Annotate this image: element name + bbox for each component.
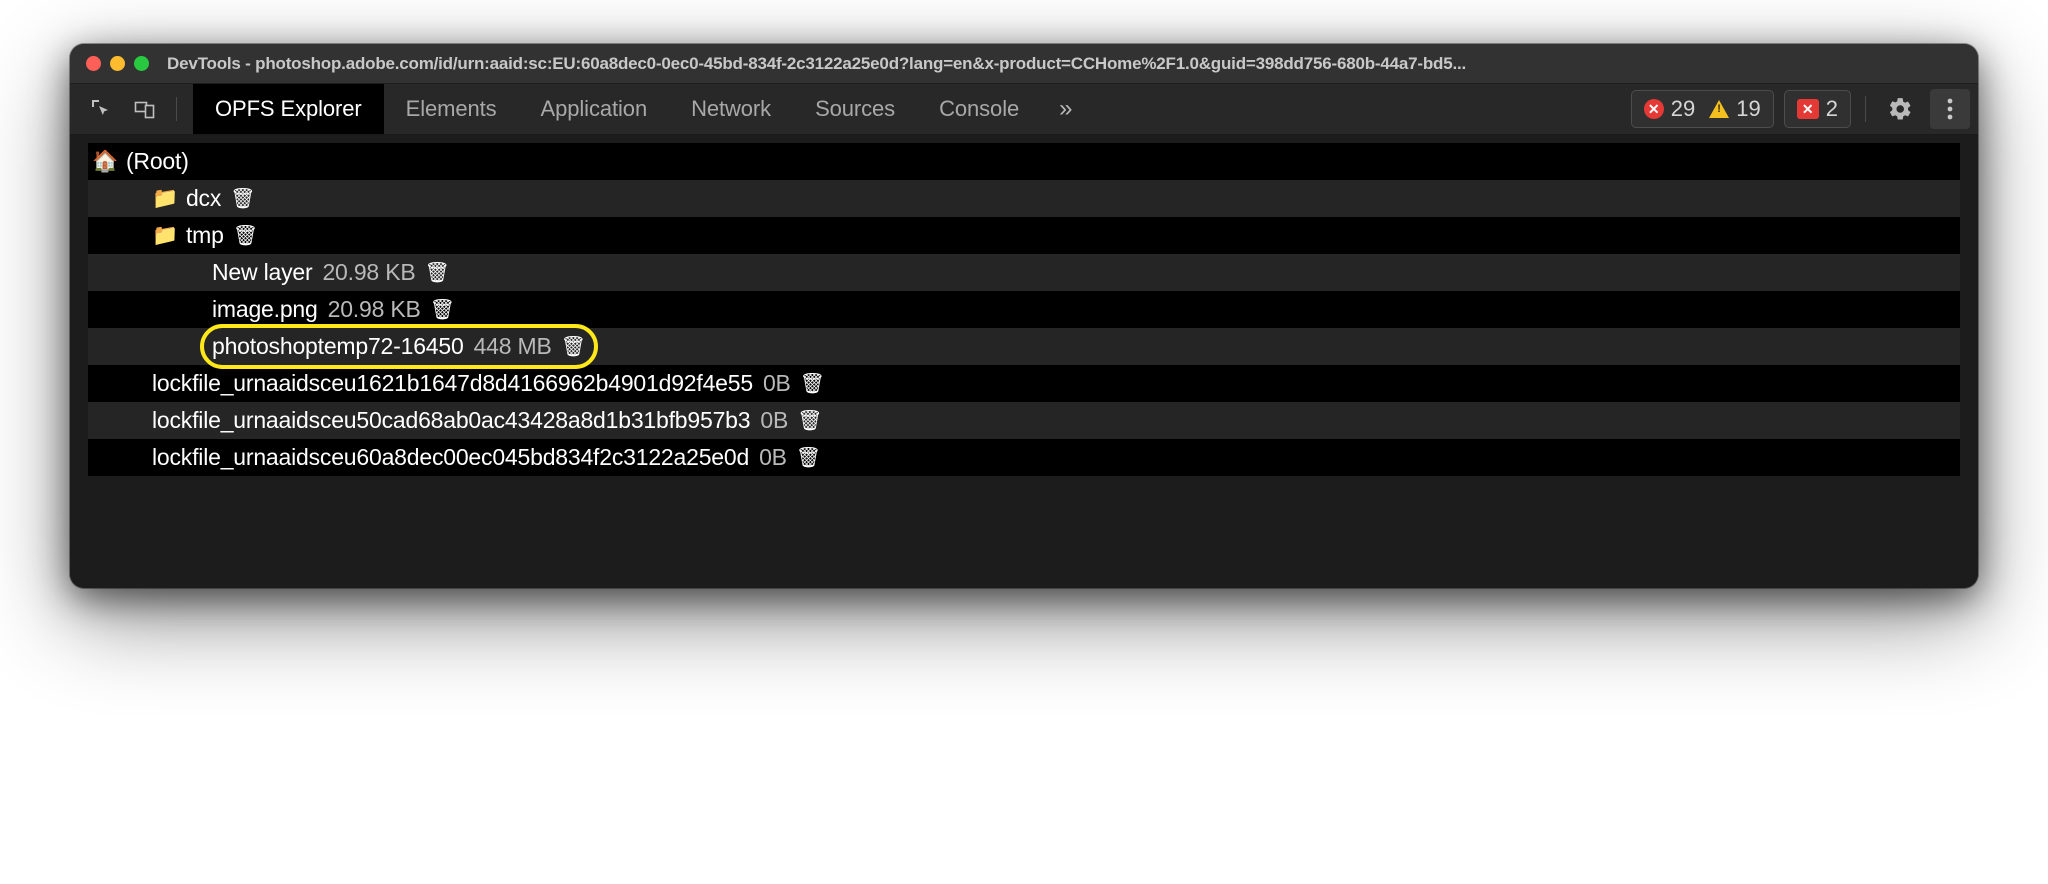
- inspect-element-icon[interactable]: [82, 90, 120, 128]
- tab-network[interactable]: Network: [669, 84, 793, 134]
- trash-icon[interactable]: 🗑: [561, 337, 586, 357]
- opfs-explorer-panel: 🏠(Root)📁dcx🗑📁tmp🗑New layer20.98 KB🗑image…: [70, 135, 1978, 588]
- window-title: DevTools - photoshop.adobe.com/id/urn:aa…: [167, 54, 1978, 74]
- table-row[interactable]: 📁 tmp 🗑: [88, 217, 1960, 254]
- tab-opfs-explorer[interactable]: OPFS Explorer: [193, 84, 384, 134]
- table-row[interactable]: 📁 dcx 🗑: [88, 180, 1960, 217]
- issues-badge[interactable]: ✕ 2: [1797, 96, 1838, 122]
- tab-application[interactable]: Application: [519, 84, 670, 134]
- home-icon: 🏠: [92, 151, 118, 172]
- file-size-label: 0B: [759, 444, 787, 471]
- file-name-label: photoshoptemp72-16450: [212, 333, 464, 360]
- tab-label: Console: [939, 96, 1019, 122]
- file-name-label: image.png: [212, 296, 318, 323]
- table-row[interactable]: photoshoptemp72-16450 448 MB 🗑: [88, 328, 1960, 365]
- minimize-window-button[interactable]: [110, 56, 125, 71]
- toolbar-divider: [176, 97, 177, 121]
- warning-triangle-icon: [1709, 100, 1729, 118]
- more-tabs-chevron-icon[interactable]: »: [1041, 84, 1090, 134]
- trash-icon[interactable]: 🗑: [430, 300, 455, 320]
- toolbar-left-icons: [70, 84, 193, 134]
- file-name-label: (Root): [126, 148, 189, 175]
- window-titlebar: DevTools - photoshop.adobe.com/id/urn:aa…: [70, 44, 1978, 84]
- issue-square-icon: ✕: [1797, 99, 1819, 119]
- file-size-label: 20.98 KB: [322, 259, 415, 286]
- tab-elements[interactable]: Elements: [384, 84, 519, 134]
- file-name-label: dcx: [186, 185, 221, 212]
- maximize-window-button[interactable]: [134, 56, 149, 71]
- tab-label: Network: [691, 96, 771, 122]
- table-row[interactable]: lockfile_urnaaidsceu1621b1647d8d4166962b…: [88, 365, 1960, 402]
- table-row[interactable]: image.png 20.98 KB 🗑: [88, 291, 1960, 328]
- close-window-button[interactable]: [86, 56, 101, 71]
- file-name-label: lockfile_urnaaidsceu50cad68ab0ac43428a8d…: [152, 407, 750, 434]
- folder-icon: 📁: [152, 225, 178, 246]
- trash-icon[interactable]: 🗑: [425, 263, 450, 283]
- error-circle-icon: ✕: [1644, 99, 1664, 119]
- devtools-window: DevTools - photoshop.adobe.com/id/urn:aa…: [70, 44, 1978, 588]
- file-name-label: New layer: [212, 259, 312, 286]
- screenshot-canvas: DevTools - photoshop.adobe.com/id/urn:aa…: [0, 0, 2048, 884]
- file-name-label: lockfile_urnaaidsceu1621b1647d8d4166962b…: [152, 370, 753, 397]
- table-row[interactable]: 🏠 (Root): [88, 143, 1960, 180]
- file-tree-list: 🏠(Root)📁dcx🗑📁tmp🗑New layer20.98 KB🗑image…: [88, 143, 1960, 476]
- trash-icon[interactable]: 🗑: [796, 448, 821, 468]
- device-toolbar-icon[interactable]: [126, 90, 164, 128]
- file-size-label: 20.98 KB: [328, 296, 421, 323]
- table-row[interactable]: lockfile_urnaaidsceu60a8dec00ec045bd834f…: [88, 439, 1960, 476]
- warning-count-label: 19: [1736, 96, 1760, 122]
- tab-label: Application: [541, 96, 648, 122]
- file-size-label: 448 MB: [474, 333, 552, 360]
- tab-sources[interactable]: Sources: [793, 84, 917, 134]
- error-count-label: 29: [1671, 96, 1695, 122]
- warning-count-badge[interactable]: 19: [1709, 96, 1760, 122]
- file-size-label: 0B: [763, 370, 791, 397]
- toolbar-divider-right: [1865, 96, 1866, 122]
- devtools-toolbar: OPFS Explorer Elements Application Netwo…: [70, 84, 1978, 135]
- error-count-badge[interactable]: ✕ 29: [1644, 96, 1695, 122]
- tab-label: OPFS Explorer: [215, 96, 362, 122]
- file-name-label: tmp: [186, 222, 224, 249]
- table-row[interactable]: New layer 20.98 KB 🗑: [88, 254, 1960, 291]
- traffic-light-controls: [86, 56, 149, 71]
- trash-icon[interactable]: 🗑: [230, 189, 255, 209]
- gear-icon[interactable]: [1880, 89, 1920, 129]
- tab-label: Elements: [406, 96, 497, 122]
- issues-count-group[interactable]: ✕ 2: [1784, 90, 1851, 128]
- folder-icon: 📁: [152, 188, 178, 209]
- console-counts-group[interactable]: ✕ 29 19: [1631, 90, 1774, 128]
- table-row[interactable]: lockfile_urnaaidsceu50cad68ab0ac43428a8d…: [88, 402, 1960, 439]
- issues-count-label: 2: [1826, 96, 1838, 122]
- more-tabs-label: »: [1059, 95, 1072, 123]
- tab-label: Sources: [815, 96, 895, 122]
- kebab-menu-icon[interactable]: [1930, 89, 1970, 129]
- trash-icon[interactable]: 🗑: [233, 226, 258, 246]
- file-name-label: lockfile_urnaaidsceu60a8dec00ec045bd834f…: [152, 444, 749, 471]
- file-size-label: 0B: [760, 407, 788, 434]
- tab-console[interactable]: Console: [917, 84, 1041, 134]
- trash-icon[interactable]: 🗑: [797, 411, 822, 431]
- devtools-tab-bar: OPFS Explorer Elements Application Netwo…: [193, 84, 1631, 134]
- trash-icon[interactable]: 🗑: [800, 374, 825, 394]
- toolbar-right-group: ✕ 29 19 ✕ 2: [1631, 84, 1978, 134]
